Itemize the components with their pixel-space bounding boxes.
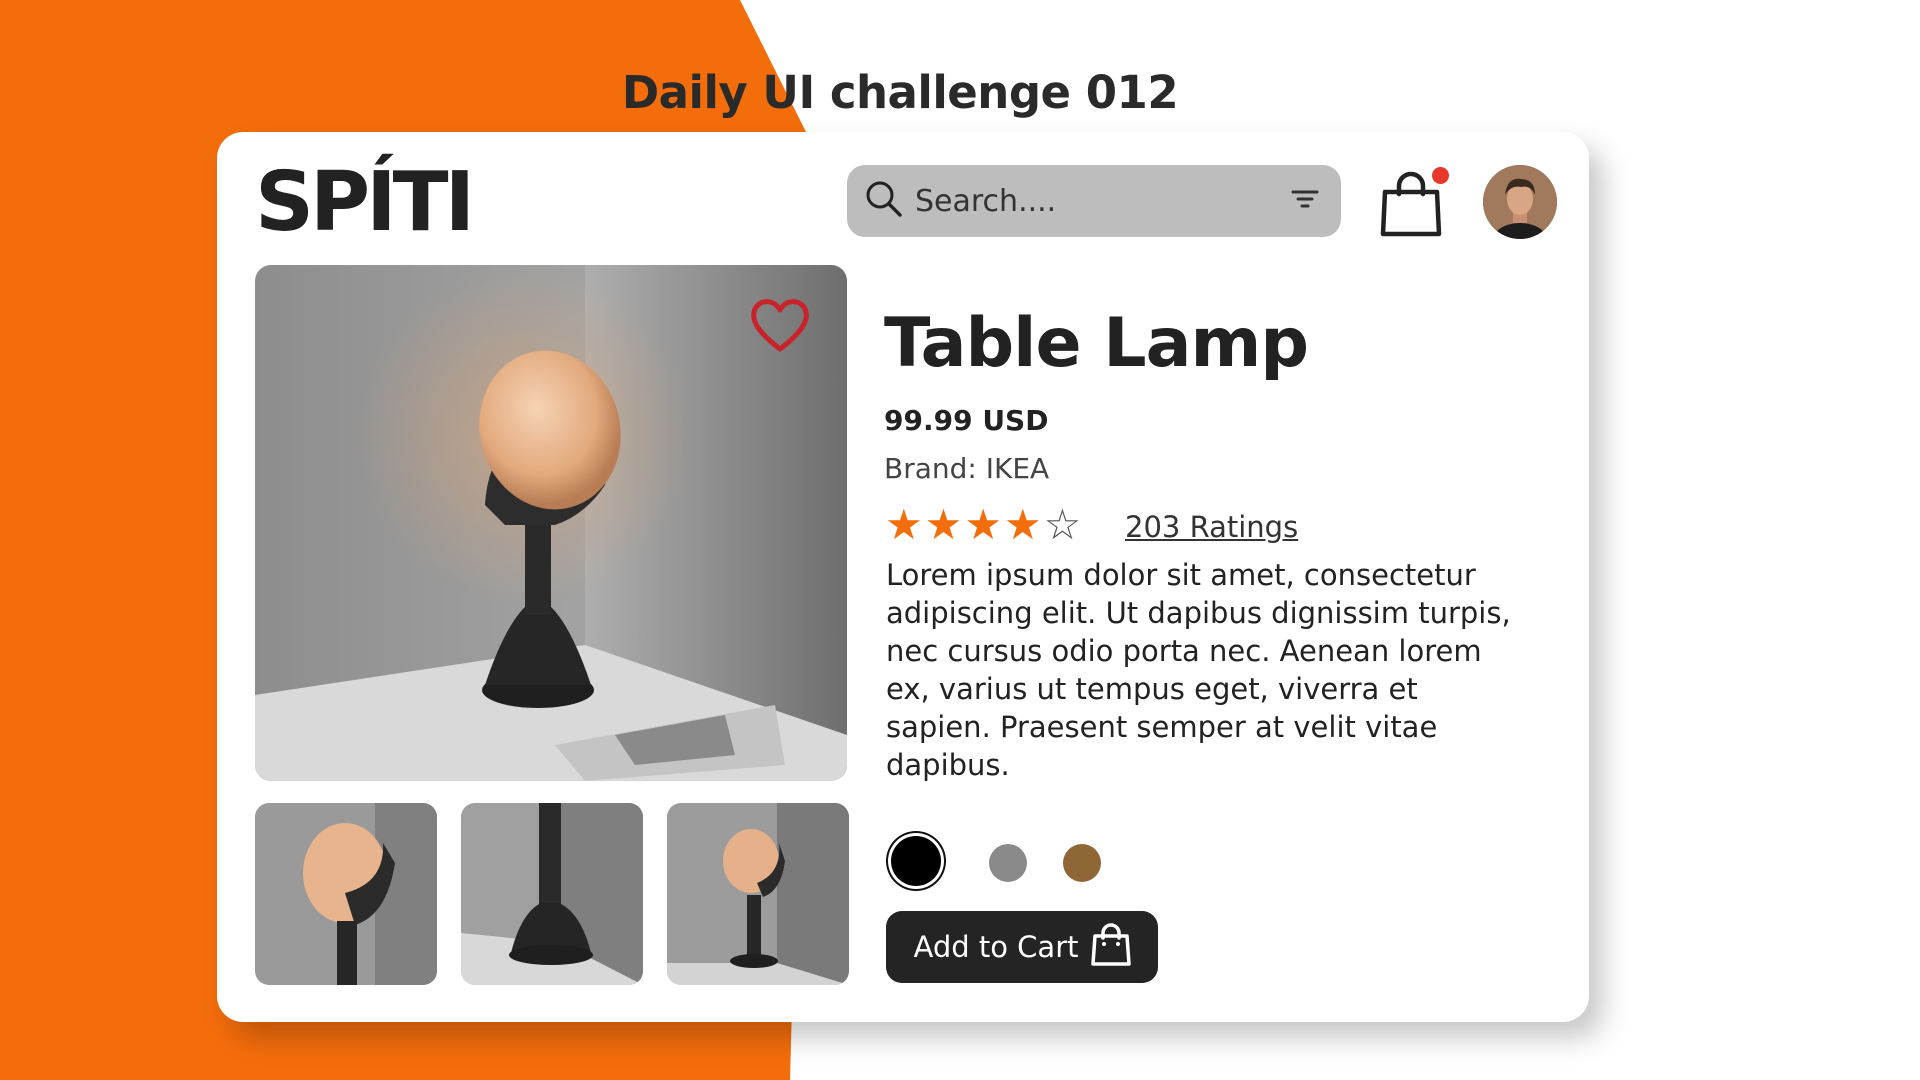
product-thumbnail-2[interactable]: [461, 803, 643, 985]
add-to-cart-button[interactable]: Add to Cart: [886, 911, 1158, 983]
color-swatch-2[interactable]: [989, 844, 1027, 882]
user-avatar[interactable]: [1483, 165, 1557, 239]
shopping-bag-icon: [1090, 922, 1131, 973]
filter-icon[interactable]: [1291, 188, 1319, 215]
color-swatch-3[interactable]: [1063, 844, 1101, 882]
star-rating[interactable]: ★ ★ ★ ★ ☆: [885, 504, 1081, 546]
star-empty-icon[interactable]: ☆: [1044, 504, 1082, 546]
product-thumbnail-3[interactable]: [667, 803, 849, 985]
star-filled-icon[interactable]: ★: [964, 504, 1002, 546]
star-filled-icon[interactable]: ★: [1004, 504, 1042, 546]
color-swatch-1[interactable]: [891, 836, 941, 886]
product-title: Table Lamp: [884, 304, 1309, 383]
product-brand: Brand: IKEA: [884, 452, 1050, 485]
cart-notification-badge: [1432, 167, 1449, 184]
product-card: SPÍTI Search.... Table Lamp 99.99 USD Br…: [217, 132, 1589, 1022]
product-description: Lorem ipsum dolor sit amet, consectetur …: [886, 558, 1511, 782]
favorite-heart-icon[interactable]: [749, 296, 811, 354]
ratings-count-link[interactable]: 203 Ratings: [1125, 510, 1298, 544]
product-price: 99.99 USD: [884, 404, 1049, 437]
search-icon[interactable]: [865, 180, 903, 223]
page-heading: Daily UI challenge 012: [621, 66, 1179, 119]
brand-logo[interactable]: SPÍTI: [255, 162, 475, 244]
star-filled-icon[interactable]: ★: [925, 504, 963, 546]
search-bar[interactable]: [847, 165, 1341, 237]
search-input[interactable]: [915, 183, 1291, 219]
product-thumbnail-1[interactable]: [255, 803, 437, 985]
star-filled-icon[interactable]: ★: [885, 504, 923, 546]
add-to-cart-label: Add to Cart: [913, 930, 1079, 964]
